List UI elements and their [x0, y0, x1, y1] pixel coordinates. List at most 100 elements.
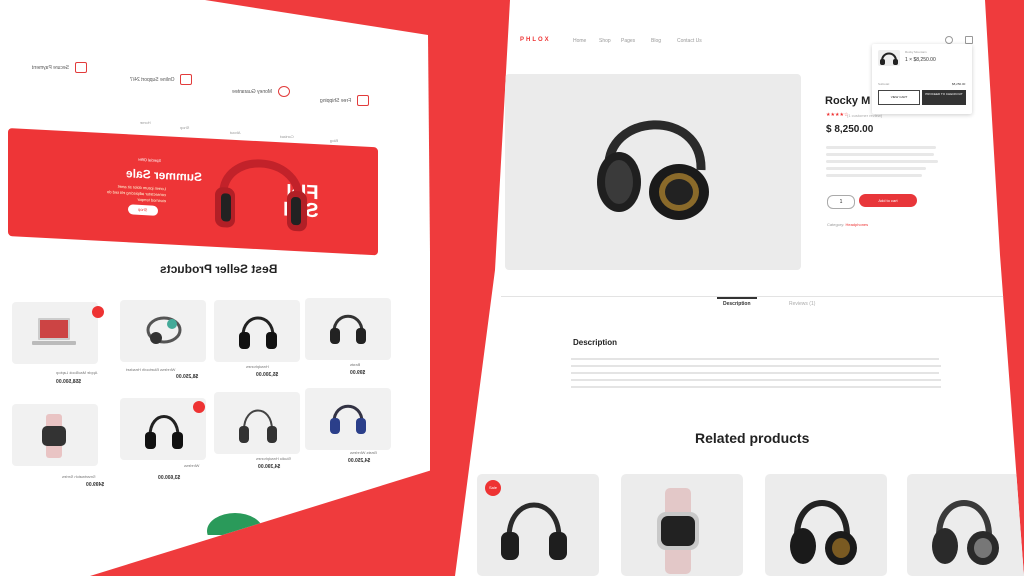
- tab-description[interactable]: Description: [723, 301, 751, 307]
- smartwatch-image: [42, 414, 66, 458]
- product-name[interactable]: Apple MacBook Laptop: [56, 370, 97, 375]
- view-cart-button[interactable]: VIEW CART: [878, 90, 920, 105]
- product-category: Category: Headphones: [827, 222, 869, 227]
- mini-cart-dropdown: Rocky Mountain 1 × $8,250.00 Subtotal: $…: [872, 44, 972, 114]
- mini-cart-subtotal-value: $8,250.00: [952, 82, 966, 86]
- nav-shop[interactable]: Shop: [599, 38, 611, 44]
- product-price: $5,300.00: [256, 372, 279, 378]
- headphones-image: [597, 120, 709, 220]
- nav-blog[interactable]: Blog: [651, 38, 661, 44]
- description-heading: Description: [573, 338, 618, 347]
- headphones-image: [501, 502, 567, 560]
- short-description-line: [826, 174, 922, 177]
- quantity-input[interactable]: 1: [827, 195, 855, 209]
- product-card[interactable]: [120, 300, 206, 362]
- hero-headphones-image: [215, 159, 307, 232]
- tab-reviews[interactable]: Reviews (1): [789, 301, 815, 307]
- product-price: $ 8,250.00: [826, 124, 874, 135]
- rating-stars[interactable]: ★★★★☆: [826, 112, 848, 118]
- truck-icon: [357, 95, 370, 106]
- sale-badge: Sale: [485, 480, 501, 496]
- short-description-line: [826, 160, 938, 163]
- laptop-image: [32, 318, 76, 345]
- headphones-image: [880, 52, 898, 65]
- search-icon[interactable]: [945, 36, 953, 44]
- product-name[interactable]: Beats Wireless: [350, 450, 377, 455]
- add-to-cart-button[interactable]: Add to cart: [859, 194, 917, 207]
- product-name[interactable]: Smartwatch Series: [62, 474, 96, 479]
- smartwatch-image: [657, 488, 699, 574]
- nav-item[interactable]: Home: [140, 120, 151, 125]
- mini-cart-item-name[interactable]: Rocky Mountain: [905, 50, 927, 54]
- tabs-divider: [501, 296, 1024, 297]
- product-price: $8,250.00: [176, 374, 199, 380]
- related-product-card[interactable]: [621, 474, 743, 576]
- category-link[interactable]: Headphones: [845, 222, 868, 227]
- product-price: $58,500.00: [56, 379, 82, 385]
- service-support: Online Support 24/7: [130, 74, 193, 85]
- product-price: $99.00: [350, 370, 366, 376]
- product-name[interactable]: Studio Headphones: [256, 456, 291, 461]
- hero-subtitle: Lorem ipsum dolor sit amet consectetur a…: [107, 183, 166, 204]
- description-text-line: [571, 365, 941, 367]
- nav-item[interactable]: Blog: [330, 138, 338, 143]
- mini-cart-item-qty-price: 1 × $8,250.00: [905, 57, 936, 63]
- related-products-heading: Related products: [695, 430, 810, 446]
- headset-image: [146, 316, 182, 344]
- site-logo[interactable]: PHLOX: [520, 37, 551, 43]
- description-text-line: [571, 379, 941, 381]
- cart-icon[interactable]: [965, 36, 973, 44]
- headphones-image: [330, 314, 366, 344]
- headphones-image: [790, 500, 857, 565]
- short-description-line: [826, 167, 926, 170]
- nav-pages[interactable]: Pages: [621, 38, 635, 44]
- product-price: $4,390.00: [258, 464, 281, 470]
- coin-icon: [278, 86, 291, 97]
- short-description-line: [826, 146, 936, 149]
- nav-item[interactable]: About: [230, 130, 240, 135]
- headphones-image: [239, 409, 277, 443]
- service-secure-payment: Secure Payment: [32, 62, 87, 73]
- nav-item[interactable]: Shop: [180, 125, 189, 130]
- headphones-image: [932, 500, 999, 565]
- sale-badge: [92, 306, 104, 318]
- description-text-line: [571, 358, 939, 360]
- best-seller-title: Best Seller Products: [160, 262, 278, 276]
- headphones-image: [330, 404, 366, 434]
- hero-title: Summer Sale: [126, 166, 203, 185]
- service-guarantee: Money Guarantee: [232, 86, 291, 97]
- product-card[interactable]: [305, 298, 391, 360]
- product-detail-page: PHLOX Home Shop Pages Blog Contact Us Ro…: [455, 0, 1024, 576]
- product-title: Rocky M: [825, 95, 871, 107]
- product-price: $4,250.00: [348, 458, 371, 464]
- related-product-card[interactable]: [765, 474, 887, 576]
- product-card[interactable]: [12, 302, 98, 364]
- nav-home[interactable]: Home: [573, 38, 586, 44]
- product-card[interactable]: [305, 388, 391, 450]
- product-name[interactable]: Wireless Bluetooth Headset: [126, 367, 175, 372]
- service-shipping: Free Shipping: [320, 95, 370, 106]
- headphones-image: [239, 316, 277, 349]
- product-image-partial: [207, 513, 263, 535]
- headphones-image: [145, 415, 183, 449]
- related-product-card[interactable]: [907, 474, 1024, 576]
- short-description-line: [826, 153, 934, 156]
- hero-banner: Special Offer Summer Sale Lorem ipsum do…: [8, 128, 378, 256]
- product-card[interactable]: [214, 392, 300, 454]
- mini-cart-item-thumbnail[interactable]: [878, 50, 900, 66]
- product-name[interactable]: Headphones: [246, 364, 269, 369]
- product-name[interactable]: Beats: [350, 362, 360, 367]
- headset-icon: [180, 74, 193, 85]
- product-card[interactable]: [12, 404, 98, 466]
- hero-shop-button[interactable]: Shop: [128, 204, 158, 216]
- product-name[interactable]: Wireless: [184, 463, 199, 468]
- mini-cart-subtotal-label: Subtotal:: [878, 82, 890, 86]
- hero-kicker: Special Offer: [138, 156, 162, 164]
- checkout-button[interactable]: PROCEED TO CHECKOUT: [922, 90, 966, 105]
- shop-home-page: Secure Payment Online Support 24/7 Money…: [0, 0, 430, 576]
- product-main-image[interactable]: [505, 74, 801, 270]
- description-text-line: [571, 386, 941, 388]
- product-card[interactable]: [214, 300, 300, 362]
- description-text-line: [571, 372, 939, 374]
- nav-contact[interactable]: Contact Us: [677, 38, 702, 44]
